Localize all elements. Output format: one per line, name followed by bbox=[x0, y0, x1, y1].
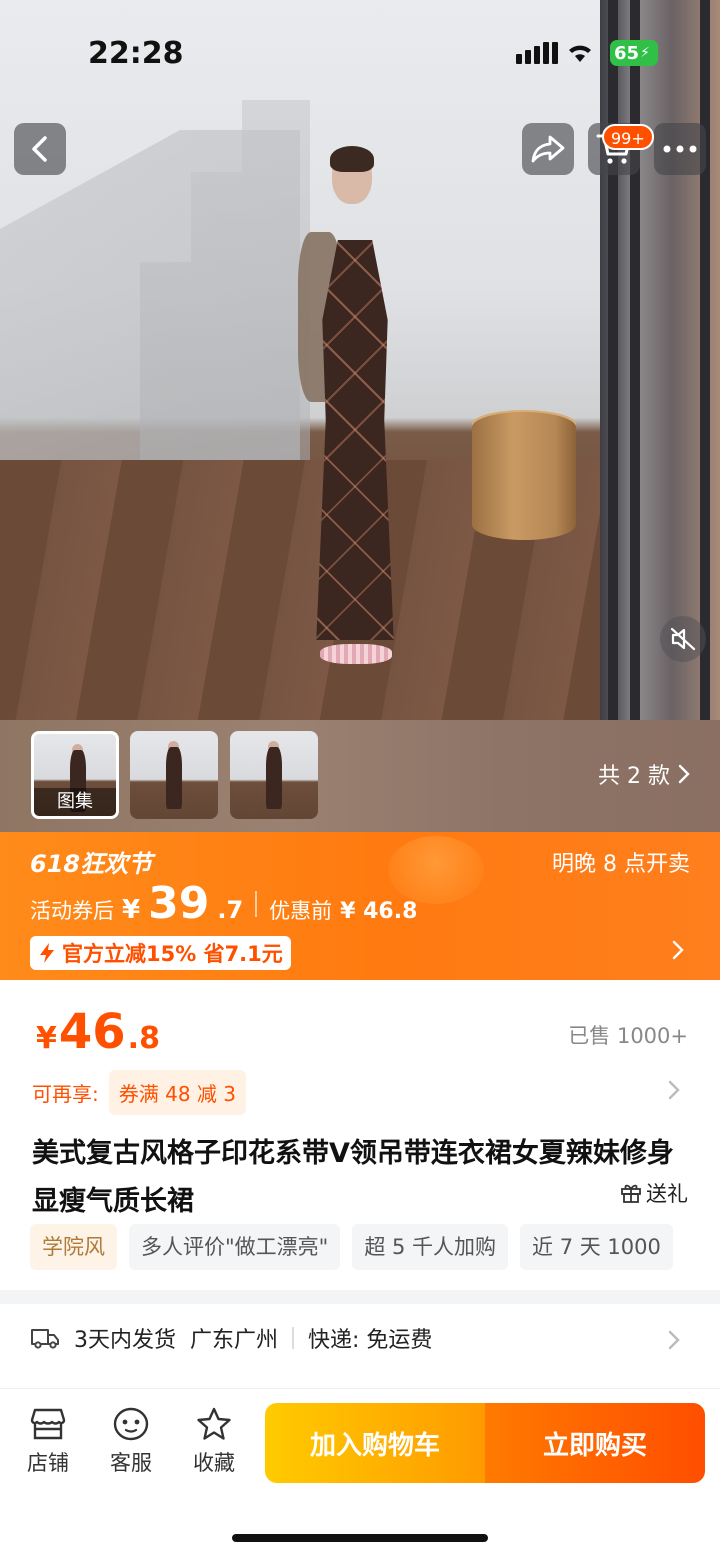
current-price: ¥ 46 .8 bbox=[36, 1004, 160, 1060]
share-button[interactable] bbox=[522, 123, 574, 175]
chevron-right-icon bbox=[672, 940, 684, 960]
section-divider bbox=[0, 1290, 720, 1304]
tag-item[interactable]: 近 7 天 1000 bbox=[520, 1224, 673, 1270]
share-icon bbox=[531, 135, 565, 163]
battery-level: 65 bbox=[614, 42, 640, 64]
status-bar: 22:28 65 ⚡ bbox=[0, 0, 720, 100]
variants-count: 共 2 款 bbox=[598, 764, 670, 789]
delivery-time: 3天内发货 bbox=[74, 1328, 176, 1353]
tag-item[interactable]: 超 5 千人加购 bbox=[352, 1224, 509, 1270]
status-time: 22:28 bbox=[88, 36, 184, 71]
store-icon bbox=[30, 1408, 66, 1440]
shop-button[interactable]: 店铺 bbox=[18, 1407, 78, 1477]
promo-title: 618狂欢节 bbox=[30, 850, 153, 878]
shipping-info[interactable]: 3天内发货 广东广州 快递: 免运费 bbox=[30, 1322, 432, 1354]
coupon-label: 可再享: bbox=[32, 1082, 99, 1106]
chevron-right-icon bbox=[678, 764, 690, 784]
window bbox=[600, 0, 720, 720]
service-label: 客服 bbox=[110, 1451, 152, 1475]
product-title: 美式复古风格子印花系带V领吊带连衣裙女夏辣妹修身显瘦气质长裙 bbox=[32, 1138, 674, 1217]
favorite-label: 收藏 bbox=[193, 1451, 235, 1475]
express-fee: 快递: 免运费 bbox=[308, 1328, 433, 1353]
product-tags: 学院风 多人评价"做工漂亮" 超 5 千人加购 近 7 天 1000 bbox=[30, 1224, 720, 1270]
tag-item[interactable]: 学院风 bbox=[30, 1224, 117, 1270]
model-figure bbox=[290, 146, 420, 670]
before-discount-label: 优惠前 bbox=[269, 899, 333, 923]
thumbnail-label: 图集 bbox=[34, 788, 116, 816]
speaker-muted-icon bbox=[670, 627, 696, 651]
discount-tag-text: 官方立减15% 省7.1元 bbox=[62, 942, 283, 966]
thumbnail-gallery[interactable]: 图集 bbox=[31, 731, 119, 819]
thumbnail-2[interactable] bbox=[130, 731, 218, 819]
official-discount-tag: 官方立减15% 省7.1元 bbox=[30, 936, 291, 970]
lightning-icon bbox=[40, 943, 54, 963]
coupon-row[interactable]: 可再享: 券满 48 减 3 bbox=[32, 1070, 246, 1115]
star-icon bbox=[197, 1407, 231, 1440]
gift-button[interactable]: 送礼 bbox=[620, 1178, 688, 1208]
cart-count-badge: 99+ bbox=[602, 124, 654, 150]
charging-bolt-icon: ⚡ bbox=[640, 45, 650, 61]
product-hero-image[interactable] bbox=[0, 0, 720, 720]
shop-label: 店铺 bbox=[27, 1451, 69, 1475]
chevron-right-icon[interactable] bbox=[668, 1080, 680, 1100]
buy-now-button[interactable]: 立即购买 bbox=[485, 1403, 705, 1483]
model-hair bbox=[330, 146, 374, 172]
gift-label: 送礼 bbox=[646, 1182, 688, 1206]
after-coupon-price: 39 bbox=[148, 878, 210, 929]
price-decimal: .8 bbox=[127, 1021, 160, 1056]
more-dots-icon bbox=[663, 145, 697, 153]
thumbnail-3[interactable] bbox=[230, 731, 318, 819]
chat-face-icon bbox=[113, 1407, 149, 1441]
variants-link[interactable]: 共 2 款 bbox=[598, 758, 690, 790]
favorite-button[interactable]: 收藏 bbox=[184, 1407, 244, 1477]
promo-start-time: 明晚 8 点开卖 bbox=[552, 852, 690, 877]
more-button[interactable] bbox=[654, 123, 706, 175]
promo-price: 活动券后 ¥ 39 .7 优惠前 ¥ 46.8 bbox=[30, 878, 417, 929]
promo-banner[interactable]: 618狂欢节 明晚 8 点开卖 活动券后 ¥ 39 .7 优惠前 ¥ 46.8 … bbox=[0, 832, 720, 980]
chevron-right-icon[interactable] bbox=[668, 1330, 680, 1350]
signal-icon bbox=[516, 42, 558, 64]
add-to-cart-button[interactable]: 加入购物车 bbox=[265, 1403, 485, 1483]
ship-location: 广东广州 bbox=[190, 1328, 279, 1353]
separator bbox=[292, 1327, 295, 1349]
after-coupon-label: 活动券后 bbox=[30, 899, 114, 923]
customer-service-button[interactable]: 客服 bbox=[101, 1407, 161, 1477]
sold-count: 已售 1000+ bbox=[568, 1024, 688, 1048]
gift-icon bbox=[621, 1184, 641, 1203]
model-shoes bbox=[320, 644, 392, 664]
back-button[interactable] bbox=[14, 123, 66, 175]
after-coupon-decimal: .7 bbox=[217, 896, 244, 924]
battery-icon: 65 ⚡ bbox=[610, 40, 658, 66]
tag-item[interactable]: 多人评价"做工漂亮" bbox=[129, 1224, 341, 1270]
promo-currency: ¥ bbox=[122, 895, 141, 925]
truck-icon bbox=[31, 1329, 59, 1349]
coupon-chip[interactable]: 券满 48 减 3 bbox=[108, 1070, 246, 1115]
price-currency: ¥ bbox=[36, 1021, 57, 1056]
thumbnail-strip: 图集 共 2 款 bbox=[0, 720, 720, 832]
price-integer: 46 bbox=[58, 1004, 126, 1060]
stool bbox=[472, 412, 576, 540]
price-separator bbox=[255, 890, 258, 917]
wifi-icon bbox=[569, 45, 591, 62]
mute-button[interactable] bbox=[660, 616, 706, 662]
home-indicator[interactable] bbox=[232, 1534, 488, 1542]
before-discount-price: ¥ 46.8 bbox=[340, 899, 418, 924]
chevron-left-icon bbox=[32, 136, 47, 162]
